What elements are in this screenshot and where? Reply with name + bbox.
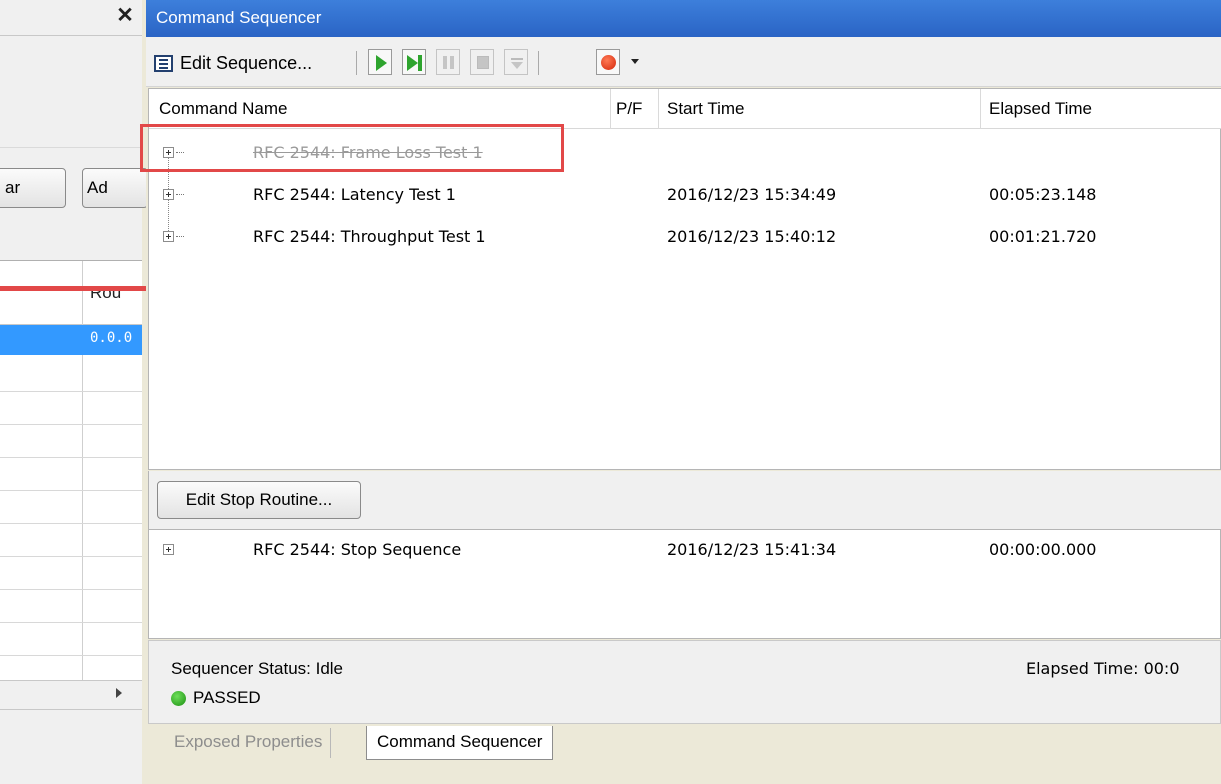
sequencer-title: Command Sequencer	[156, 8, 322, 27]
run-button[interactable]	[368, 49, 392, 75]
left-add-button[interactable]: Ad	[82, 168, 148, 208]
table-row-divider	[0, 655, 142, 656]
step-icon	[511, 54, 523, 69]
run-to-end-icon	[407, 55, 418, 71]
command-elapsed-time: 00:05:23.148	[989, 185, 1097, 204]
stop-command-elapsed-time: 00:00:00.000	[989, 540, 1097, 559]
record-icon	[601, 55, 616, 70]
stop-command-name: RFC 2544: Stop Sequence	[253, 540, 462, 559]
command-elapsed-time: 00:01:21.720	[989, 227, 1097, 246]
command-name: RFC 2544: Throughput Test 1	[253, 227, 486, 246]
column-header-command-name[interactable]: Command Name	[149, 89, 611, 129]
command-start-time: 2016/12/23 15:40:12	[667, 227, 837, 246]
edit-sequence-button[interactable]: Edit Sequence...	[154, 47, 350, 79]
pause-button[interactable]	[436, 49, 460, 75]
passed-status-label: PASSED	[193, 688, 261, 707]
table-row-divider	[0, 556, 142, 557]
close-icon[interactable]: ✕	[114, 4, 136, 28]
stop-command-start-time: 2016/12/23 15:41:34	[667, 540, 837, 559]
command-row[interactable]: RFC 2544: Throughput Test 1 2016/12/23 1…	[149, 217, 1221, 259]
tree-dots	[176, 194, 184, 195]
table-row-divider	[0, 589, 142, 590]
left-clear-button[interactable]: ar	[0, 168, 66, 208]
left-column-separator	[82, 261, 83, 681]
table-row-divider	[0, 622, 142, 623]
table-row-divider	[0, 424, 142, 425]
pause-icon	[443, 56, 447, 69]
stop-button[interactable]	[470, 49, 494, 75]
step-button[interactable]	[504, 49, 528, 75]
column-header-start-time[interactable]: Start Time	[659, 89, 981, 129]
table-row-divider	[0, 490, 142, 491]
tree-dots	[176, 152, 184, 153]
run-icon	[376, 55, 387, 71]
table-row-divider	[0, 391, 142, 392]
tree-dots	[176, 236, 184, 237]
passed-status-icon	[171, 691, 186, 706]
sequencer-titlebar: Command Sequencer	[146, 0, 1221, 37]
sequencer-toolbar: Edit Sequence...	[146, 37, 1221, 87]
expand-icon[interactable]	[163, 544, 174, 555]
bottom-tab-strip: Exposed Properties Command Sequencer	[146, 724, 1221, 760]
sequencer-elapsed-time: Elapsed Time: 00:0	[1026, 659, 1180, 678]
column-header-elapsed-time[interactable]: Elapsed Time	[981, 89, 1221, 129]
expand-icon[interactable]	[163, 147, 174, 158]
toolbar-separator	[538, 51, 539, 75]
stop-icon	[477, 56, 489, 69]
left-table-row-selected[interactable]: 0.0.0	[0, 325, 142, 355]
command-list-header: Command Name P/F Start Time Elapsed Time	[149, 89, 1221, 129]
run-to-end-button[interactable]	[402, 49, 426, 75]
stop-routine-list: RFC 2544: Stop Sequence 2016/12/23 15:41…	[148, 529, 1221, 639]
table-row-divider	[0, 457, 142, 458]
tab-exposed-properties[interactable]: Exposed Properties	[166, 728, 332, 758]
left-table: Rou 0.0.0	[0, 260, 142, 681]
toolbar-separator	[356, 51, 357, 75]
column-header-pf[interactable]: P/F	[611, 89, 659, 129]
stop-command-row[interactable]: RFC 2544: Stop Sequence 2016/12/23 15:41…	[149, 530, 1221, 572]
command-row[interactable]: RFC 2544: Latency Test 1 2016/12/23 15:3…	[149, 175, 1221, 217]
left-horizontal-scrollbar[interactable]	[0, 680, 142, 710]
edit-stop-routine-button[interactable]: Edit Stop Routine...	[157, 481, 361, 519]
table-row-divider	[0, 523, 142, 524]
tab-command-sequencer[interactable]: Command Sequencer	[366, 726, 554, 760]
run-to-end-bar	[418, 55, 422, 71]
command-name: RFC 2544: Frame Loss Test 1	[253, 143, 483, 162]
stop-routine-bar: Edit Stop Routine...	[148, 471, 1221, 529]
left-table-header: Rou	[0, 261, 142, 325]
edit-sequence-icon	[154, 54, 173, 72]
expand-icon[interactable]	[163, 231, 174, 242]
dropdown-icon[interactable]	[631, 59, 639, 64]
scroll-right-arrow-icon[interactable]	[116, 688, 122, 698]
left-table-cell: 0.0.0	[90, 330, 133, 346]
sequencer-status-area: Sequencer Status: Idle Elapsed Time: 00:…	[148, 640, 1221, 724]
command-name: RFC 2544: Latency Test 1	[253, 185, 456, 204]
left-panel: ✕ ar Ad Rou 0.0.0	[0, 0, 148, 784]
command-row[interactable]: RFC 2544: Frame Loss Test 1	[149, 133, 1221, 175]
command-list: Command Name P/F Start Time Elapsed Time…	[148, 88, 1221, 470]
left-toolbar	[0, 36, 142, 148]
command-sequencer-panel: Command Sequencer Edit Sequence... Comma…	[146, 0, 1221, 784]
record-button[interactable]	[596, 49, 620, 75]
edit-sequence-label: Edit Sequence...	[180, 52, 313, 73]
expand-icon[interactable]	[163, 189, 174, 200]
sequencer-status-text: Sequencer Status: Idle	[171, 659, 344, 678]
command-start-time: 2016/12/23 15:34:49	[667, 185, 837, 204]
left-panel-header: ✕	[0, 0, 142, 36]
